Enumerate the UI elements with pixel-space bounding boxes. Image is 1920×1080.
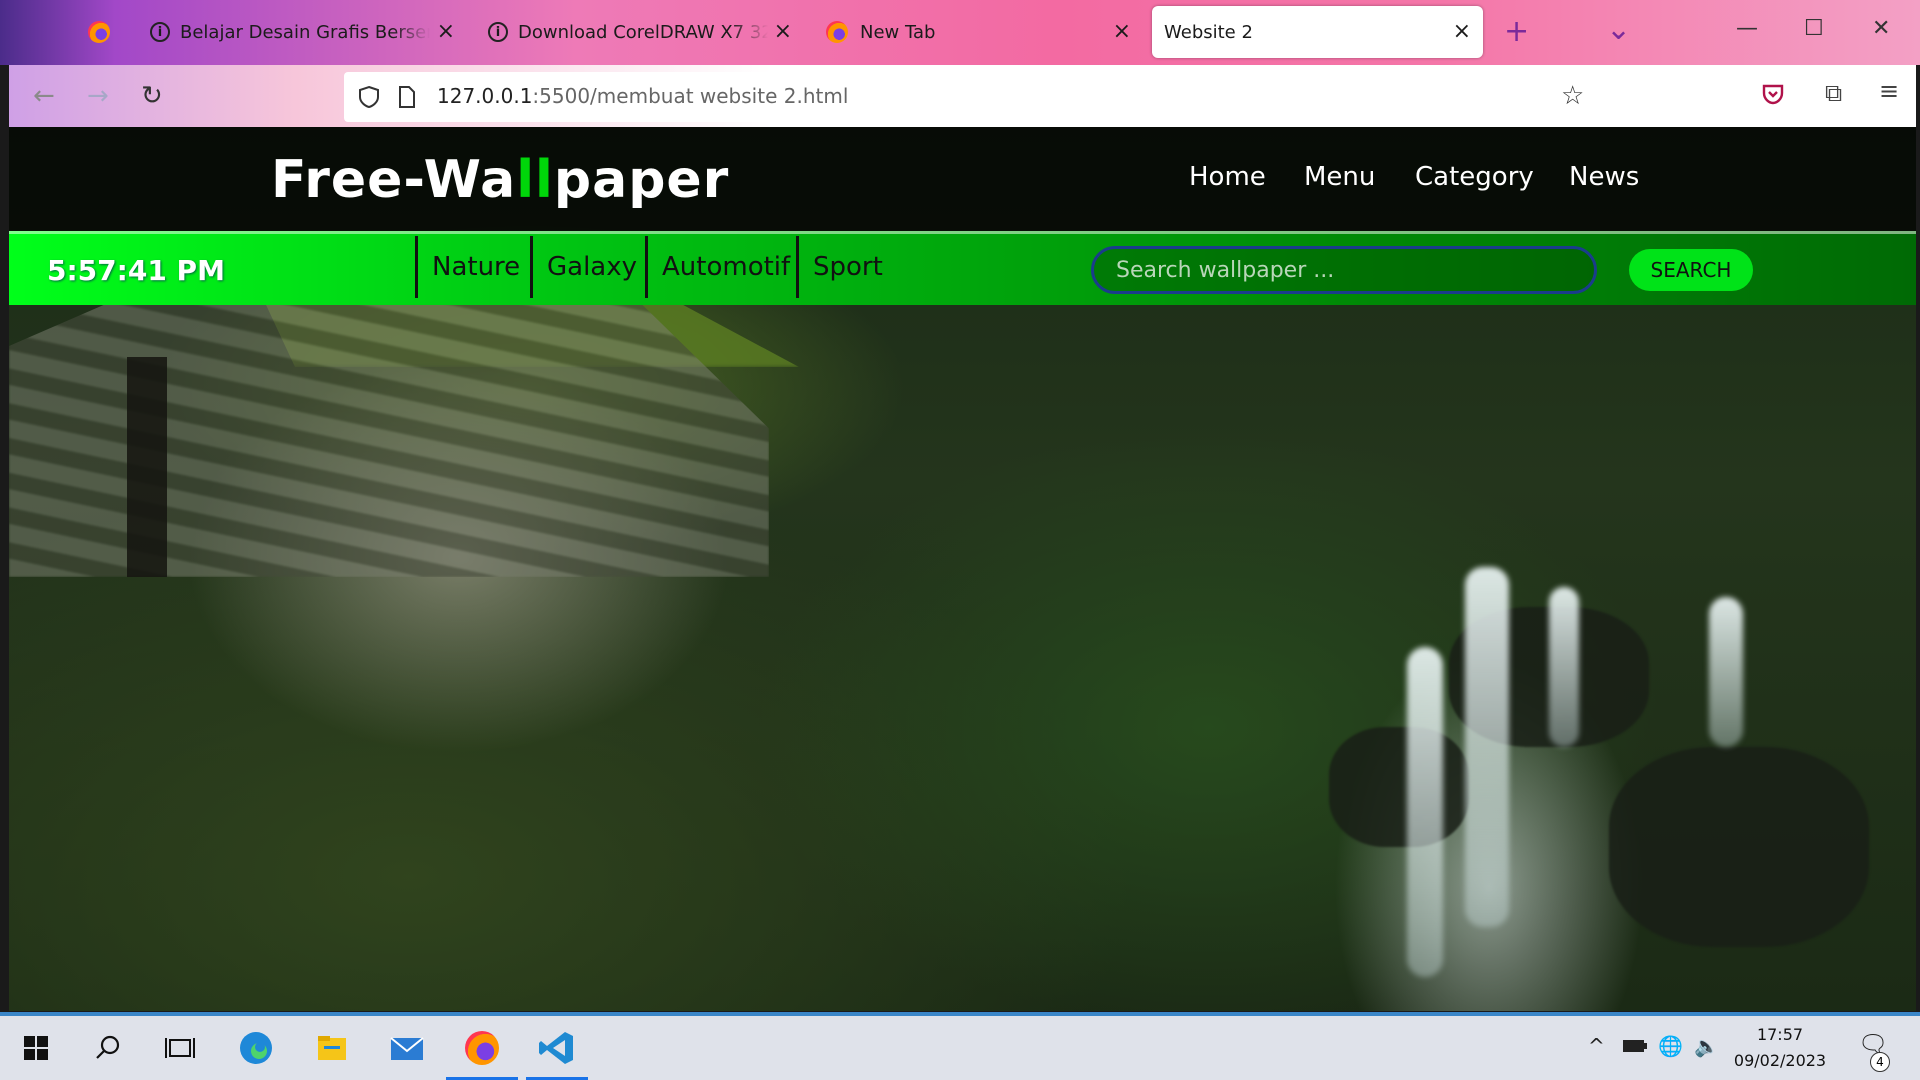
- category-sport[interactable]: Sport: [796, 236, 893, 298]
- info-icon: i: [150, 22, 170, 42]
- category-bar: 5:57:41 PM Nature Galaxy Automotif Sport…: [9, 231, 1916, 305]
- search-icon[interactable]: [86, 1026, 130, 1070]
- forward-arrow-icon[interactable]: →: [87, 81, 109, 111]
- taskbar-time: 17:57: [1756, 1025, 1804, 1044]
- tab-label: Download CorelDRAW X7 32 / 6: [518, 21, 768, 43]
- minimize-button[interactable]: —: [1736, 16, 1758, 41]
- list-tabs-icon[interactable]: ⌄: [1606, 12, 1631, 47]
- info-icon: i: [488, 22, 508, 42]
- firefox-icon: [465, 1031, 499, 1065]
- url-text[interactable]: 127.0.0.1:5500/membuat website 2.html: [437, 84, 848, 108]
- firefox-icon: [826, 21, 848, 43]
- windows-start-icon[interactable]: [14, 1026, 58, 1070]
- tab-label: Belajar Desain Grafis Bersertifik: [180, 21, 430, 43]
- network-globe-icon[interactable]: 🌐: [1658, 1034, 1683, 1058]
- task-view-icon[interactable]: [158, 1026, 202, 1070]
- tracking-shield-icon[interactable]: [358, 85, 380, 109]
- webpage: Free-Wallpaper Home Menu Category News 5…: [9, 127, 1916, 1011]
- doorway-decoration: [127, 357, 167, 577]
- waterfall-decoration: [1709, 597, 1743, 747]
- rock-decoration: [1329, 727, 1469, 847]
- url-host: 127.0.0.1: [437, 84, 533, 108]
- menu-home[interactable]: Home: [1189, 162, 1266, 192]
- menu-hamburger-icon[interactable]: ≡: [1879, 77, 1899, 105]
- search-input[interactable]: [1091, 246, 1597, 294]
- search-button[interactable]: SEARCH: [1629, 249, 1753, 291]
- back-arrow-icon[interactable]: ←: [33, 81, 55, 111]
- tab-website-2[interactable]: Website 2 ×: [1152, 6, 1483, 58]
- logo-text-highlight: ll: [516, 150, 554, 210]
- extensions-icon[interactable]: ⧉: [1825, 79, 1842, 107]
- menu-category[interactable]: Category: [1415, 162, 1534, 192]
- close-tab-icon[interactable]: ×: [1453, 19, 1471, 44]
- firefox-view-icon[interactable]: [88, 21, 110, 43]
- mail-icon[interactable]: [385, 1026, 429, 1070]
- edge-icon[interactable]: [234, 1026, 278, 1070]
- url-path: :5500/membuat website 2.html: [532, 84, 849, 108]
- tab-bar: i Belajar Desain Grafis Bersertifik × i …: [0, 0, 1920, 65]
- waterfall-decoration: [1407, 647, 1443, 977]
- page-icon[interactable]: [398, 85, 416, 109]
- taskbar-clock[interactable]: 17:57 09/02/2023: [1720, 1022, 1840, 1074]
- close-window-button[interactable]: ✕: [1872, 16, 1890, 41]
- close-tab-icon[interactable]: ×: [1113, 19, 1131, 44]
- tab-label: Website 2: [1164, 21, 1253, 43]
- vscode-icon[interactable]: [535, 1026, 579, 1070]
- notification-count-badge: 4: [1870, 1052, 1890, 1072]
- category-automotif[interactable]: Automotif: [645, 236, 796, 298]
- windows-taskbar: ^ 🌐 🔈 17:57 09/02/2023 🗨 4: [0, 1012, 1920, 1080]
- close-tab-icon[interactable]: ×: [437, 19, 455, 44]
- category-galaxy[interactable]: Galaxy: [530, 236, 645, 298]
- site-logo[interactable]: Free-Wallpaper: [271, 150, 729, 210]
- file-explorer-icon[interactable]: [310, 1026, 354, 1070]
- logo-text-start: Free-Wa: [271, 150, 517, 210]
- navigation-toolbar: ← → ↻ 127.0.0.1:5500/membuat website 2.h…: [9, 65, 1916, 127]
- bookmark-star-icon[interactable]: ☆: [1561, 81, 1584, 111]
- menu-news[interactable]: News: [1569, 162, 1639, 192]
- pocket-icon[interactable]: [1761, 83, 1785, 105]
- new-tab-button[interactable]: +: [1504, 14, 1529, 49]
- tab-belajar[interactable]: i Belajar Desain Grafis Bersertifik ×: [150, 6, 455, 58]
- reload-icon[interactable]: ↻: [141, 81, 163, 111]
- waterfall-decoration: [1465, 567, 1509, 927]
- logo-text-end: paper: [553, 150, 730, 210]
- tab-label: New Tab: [860, 21, 936, 43]
- live-clock: 5:57:41 PM: [47, 254, 225, 287]
- site-header: Free-Wallpaper Home Menu Category News: [9, 127, 1916, 231]
- tab-coreldraw[interactable]: i Download CorelDRAW X7 32 / 6 ×: [488, 6, 792, 58]
- taskbar-date: 09/02/2023: [1733, 1051, 1827, 1070]
- tab-new-tab[interactable]: New Tab ×: [826, 6, 1131, 58]
- volume-icon[interactable]: 🔈: [1694, 1034, 1719, 1058]
- close-tab-icon[interactable]: ×: [774, 19, 792, 44]
- rock-decoration: [1609, 747, 1869, 947]
- category-nature[interactable]: Nature: [415, 236, 530, 298]
- address-bar[interactable]: 127.0.0.1:5500/membuat website 2.html ☆: [344, 72, 1600, 122]
- battery-icon[interactable]: [1622, 1038, 1648, 1054]
- menu-menu[interactable]: Menu: [1304, 162, 1375, 192]
- show-hidden-icons-icon[interactable]: ^: [1588, 1034, 1605, 1058]
- firefox-taskbar-icon[interactable]: [460, 1026, 504, 1070]
- maximize-button[interactable]: ☐: [1804, 16, 1824, 41]
- waterfall-decoration: [1549, 587, 1579, 747]
